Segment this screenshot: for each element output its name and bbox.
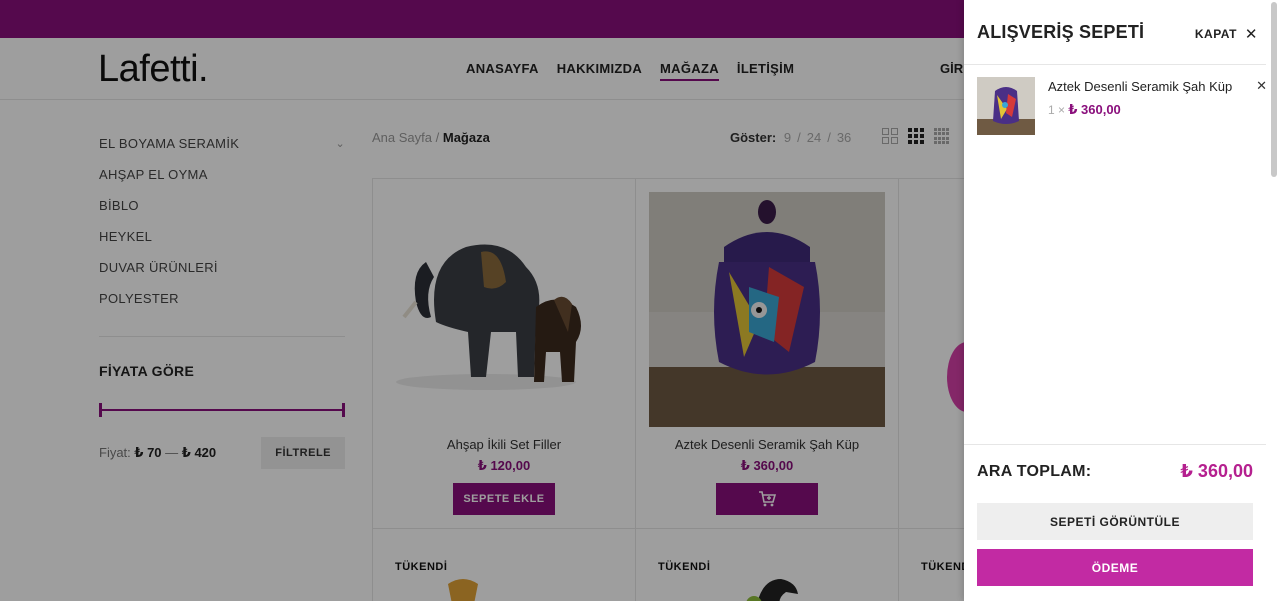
cart-item-qty: 1 × bbox=[1048, 103, 1066, 117]
cart-item-price: ₺ 360,00 bbox=[1068, 102, 1121, 117]
cart-item-name[interactable]: Aztek Desenli Seramik Şah Küp bbox=[1048, 79, 1232, 94]
cart-item-image[interactable] bbox=[977, 77, 1035, 135]
checkout-button[interactable]: ÖDEME bbox=[977, 549, 1253, 586]
cart-item: Aztek Desenli Seramik Şah Küp 1 × ₺ 360,… bbox=[977, 77, 1267, 137]
cart-item-quantity: 1 × ₺ 360,00 bbox=[1048, 102, 1121, 118]
cart-header: ALIŞVERİŞ SEPETİ KAPAT ✕ bbox=[964, 0, 1266, 65]
close-icon: ✕ bbox=[1244, 26, 1258, 43]
cart-scrollbar[interactable] bbox=[1270, 2, 1278, 598]
close-label: KAPAT bbox=[1194, 27, 1237, 41]
page-overlay[interactable] bbox=[0, 0, 964, 601]
cart-footer: ARA TOPLAM: ₺ 360,00 SEPETİ GÖRÜNTÜLE ÖD… bbox=[964, 444, 1266, 601]
cart-title: ALIŞVERİŞ SEPETİ bbox=[977, 22, 1145, 42]
cart-drawer: ALIŞVERİŞ SEPETİ KAPAT ✕ Aztek Desenli S… bbox=[964, 0, 1280, 601]
close-cart-button[interactable]: KAPAT ✕ bbox=[1195, 25, 1258, 43]
subtotal-value: ₺ 360,00 bbox=[1180, 461, 1253, 481]
scrollbar-thumb[interactable] bbox=[1271, 2, 1277, 177]
view-cart-button[interactable]: SEPETİ GÖRÜNTÜLE bbox=[977, 503, 1253, 540]
subtotal-label: ARA TOPLAM: bbox=[977, 463, 1092, 480]
remove-item-icon[interactable]: ✕ bbox=[1256, 78, 1267, 94]
